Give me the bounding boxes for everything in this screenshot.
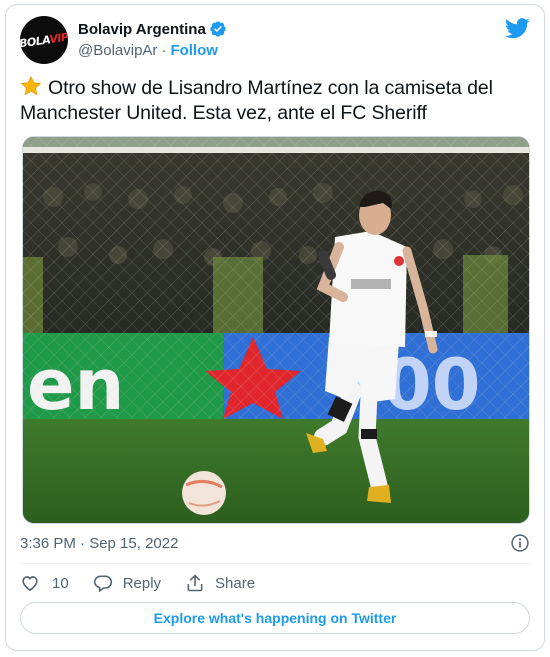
star-emoji-icon — [20, 75, 42, 96]
share-icon — [187, 574, 203, 592]
tweet-body: Otro show de Lisandro Martínez con la ca… — [20, 77, 493, 124]
tweet-text: Otro show de Lisandro Martínez con la ca… — [20, 75, 530, 126]
share-button[interactable]: Share — [185, 573, 255, 593]
reply-button[interactable]: Reply — [93, 573, 161, 593]
divider — [20, 563, 530, 564]
verified-badge-icon — [210, 21, 226, 37]
reply-icon — [93, 575, 112, 593]
follow-button[interactable]: Follow — [170, 42, 218, 59]
heart-icon — [22, 576, 38, 592]
author-handle[interactable]: @BolavipAr — [78, 42, 157, 59]
author-name-row: Bolavip Argentina — [78, 20, 227, 38]
tweet-photo[interactable]: en 00 — [22, 136, 530, 524]
like-count: 10 — [52, 574, 69, 592]
share-label: Share — [215, 574, 256, 592]
author-handle-row: @BolavipAr · Follow — [78, 42, 218, 59]
separator-dot: · — [161, 42, 167, 59]
like-button[interactable]: 10 — [20, 573, 69, 593]
tweet-card: BOLAVIP Bolavip Argentina @BolavipAr · F… — [5, 4, 545, 651]
reply-label: Reply — [122, 574, 162, 592]
photo-illustration: en 00 — [23, 137, 529, 523]
twitter-bird-icon[interactable] — [505, 18, 530, 39]
avatar-logo: BOLAVIP — [20, 30, 68, 50]
info-icon[interactable] — [510, 533, 530, 553]
explore-twitter-button[interactable]: Explore what's happening on Twitter — [20, 602, 530, 634]
tweet-header: BOLAVIP Bolavip Argentina @BolavipAr · F… — [20, 16, 530, 68]
tweet-actions: 10 Reply Share — [20, 571, 279, 595]
avatar[interactable]: BOLAVIP — [20, 16, 68, 64]
author-name[interactable]: Bolavip Argentina — [78, 21, 206, 38]
tweet-timestamp[interactable]: 3:36 PM · Sep 15, 2022 — [20, 535, 178, 552]
